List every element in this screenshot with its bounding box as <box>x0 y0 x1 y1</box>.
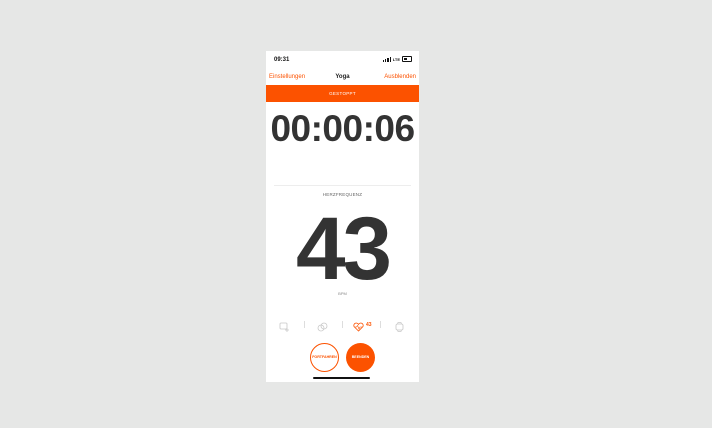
divider <box>274 185 411 186</box>
finish-button-label: BEENDEN <box>351 354 370 359</box>
heart-rate-icon[interactable] <box>353 319 364 332</box>
network-type: LTE <box>392 56 400 62</box>
hide-link[interactable]: Ausblenden <box>384 74 416 80</box>
stopped-banner: GESTOPPT <box>266 85 419 102</box>
finish-button[interactable]: BEENDEN <box>346 343 375 372</box>
elapsed-time: 00:00:06 <box>270 108 415 149</box>
battery-icon <box>402 56 412 62</box>
phone-screen: 09:31 LTE Einstellungen Yoga Ausblenden … <box>266 51 419 382</box>
phone-sensor-icon[interactable] <box>279 319 290 332</box>
settings-link[interactable]: Einstellungen <box>269 74 305 80</box>
home-indicator[interactable] <box>313 377 370 379</box>
resume-button-label: FORTFAHREN <box>312 354 337 359</box>
metric-unit: BPM <box>338 291 347 296</box>
sensor-heart-rate-value: 43 <box>366 322 372 328</box>
separator <box>342 321 343 328</box>
signal-icon <box>382 56 391 62</box>
sensor-row: 43 <box>266 316 419 332</box>
status-bar: 09:31 LTE <box>266 51 419 69</box>
status-indicators: LTE <box>382 56 412 62</box>
resume-button[interactable]: FORTFAHREN <box>310 343 339 372</box>
separator <box>304 321 305 328</box>
stopped-banner-text: GESTOPPT <box>329 91 356 96</box>
navigation-bar: Einstellungen Yoga Ausblenden <box>266 71 419 84</box>
watch-icon[interactable] <box>394 319 405 332</box>
status-time: 09:31 <box>274 57 290 63</box>
separator <box>380 321 381 328</box>
heart-rate-value: 43 <box>296 198 392 298</box>
cadence-sensor-icon[interactable] <box>317 319 328 332</box>
